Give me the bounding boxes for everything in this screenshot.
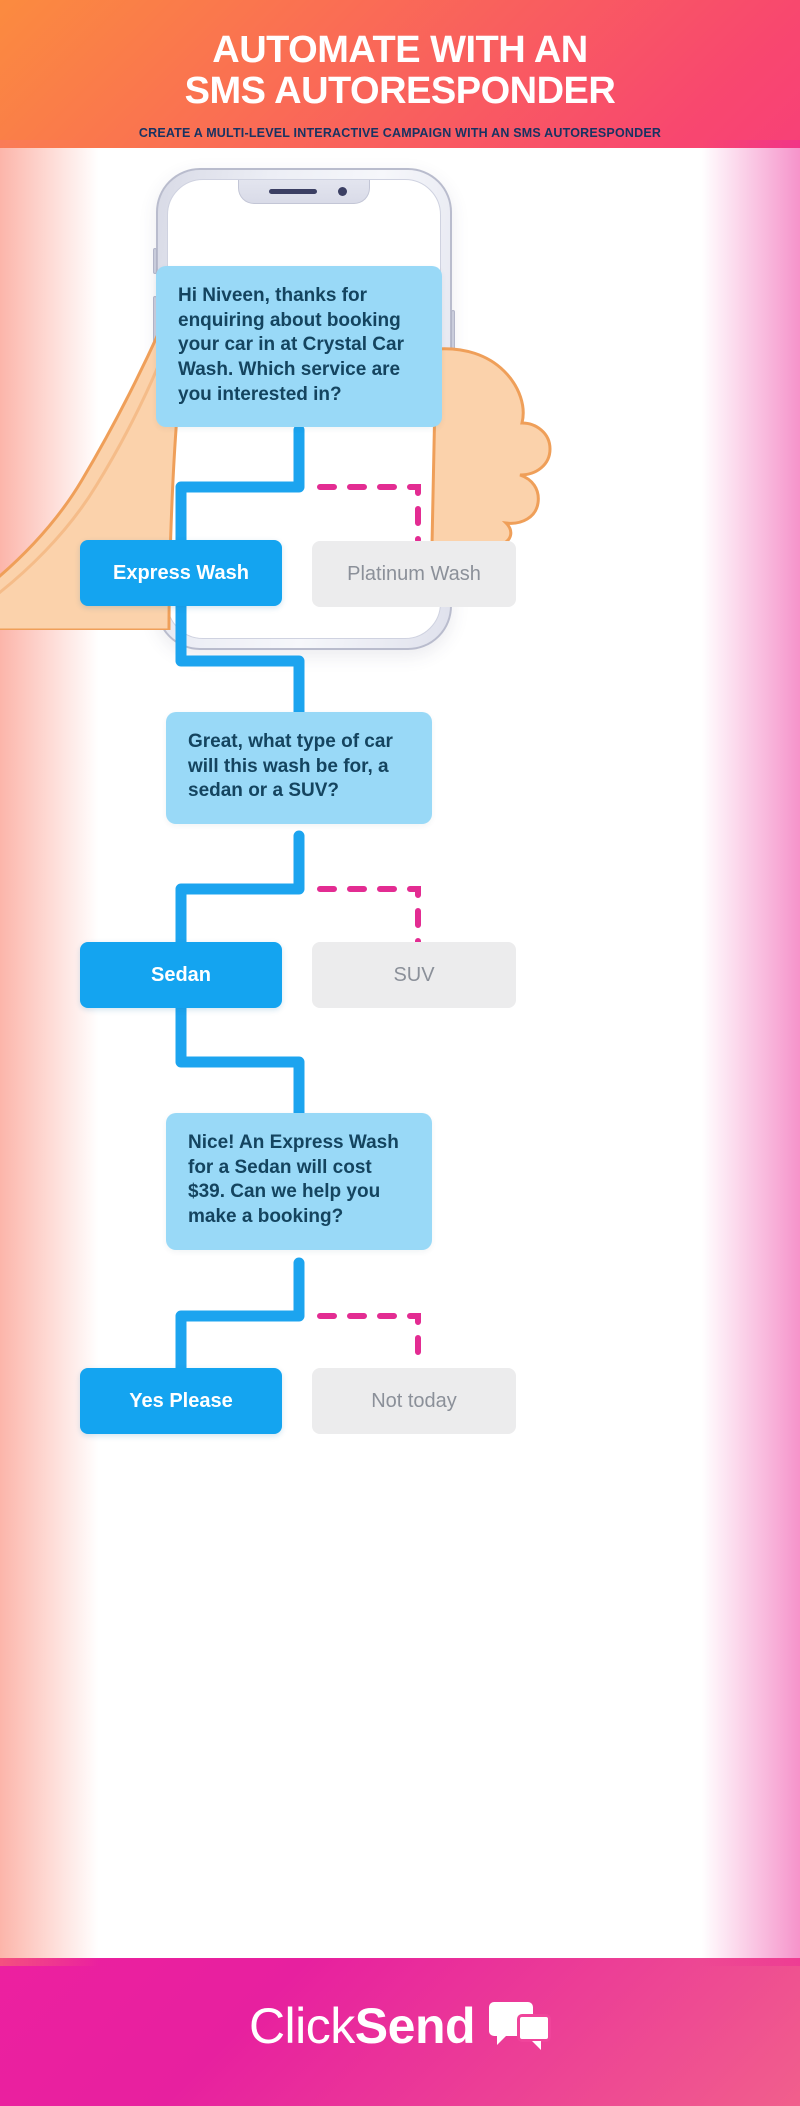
phone-power-button [451, 310, 455, 376]
choice-button-platinum-wash[interactable]: Platinum Wash [312, 541, 516, 607]
front-camera-icon [338, 187, 347, 196]
choice-button-yes-please[interactable]: Yes Please [80, 1368, 282, 1434]
page-title-line-1: AUTOMATE WITH AN [212, 29, 588, 71]
chat-bubble-message-3: Nice! An Express Wash for a Sedan will c… [166, 1113, 432, 1250]
infographic-poster: AUTOMATE WITH AN SMS AUTORESPONDER CREAT… [0, 0, 800, 2106]
phone-notch [238, 180, 370, 204]
page-subtitle: CREATE A MULTI-LEVEL INTERACTIVE CAMPAIG… [138, 126, 662, 141]
choice-button-sedan[interactable]: Sedan [80, 942, 282, 1008]
header: AUTOMATE WITH AN SMS AUTORESPONDER CREAT… [0, 0, 800, 150]
page-title-line-2: SMS AUTORESPONDER [184, 70, 616, 113]
chat-bubble-front-icon [517, 2014, 552, 2050]
choice-button-suv[interactable]: SUV [312, 942, 516, 1008]
background-right-fade [680, 140, 800, 1966]
footer-branding: ClickSend [0, 1946, 800, 2106]
earpiece-speaker-icon [269, 189, 317, 194]
chat-bubble-message-1: Hi Niveen, thanks for enquiring about bo… [156, 266, 442, 428]
logo-word-send: Send [354, 1998, 476, 2054]
chat-bubble-message-2: Great, what type of car will this wash b… [166, 712, 432, 825]
choice-button-not-today[interactable]: Not today [312, 1368, 516, 1434]
choice-button-express-wash[interactable]: Express Wash [80, 540, 282, 606]
background-left-fade [0, 140, 120, 1966]
clicksend-logo-text: ClickSend [248, 1998, 476, 2054]
chat-bubbles-icon [489, 2000, 552, 2052]
logo-word-click: Click [248, 1998, 355, 2054]
page-title: AUTOMATE WITH AN SMS AUTORESPONDER [0, 29, 800, 113]
